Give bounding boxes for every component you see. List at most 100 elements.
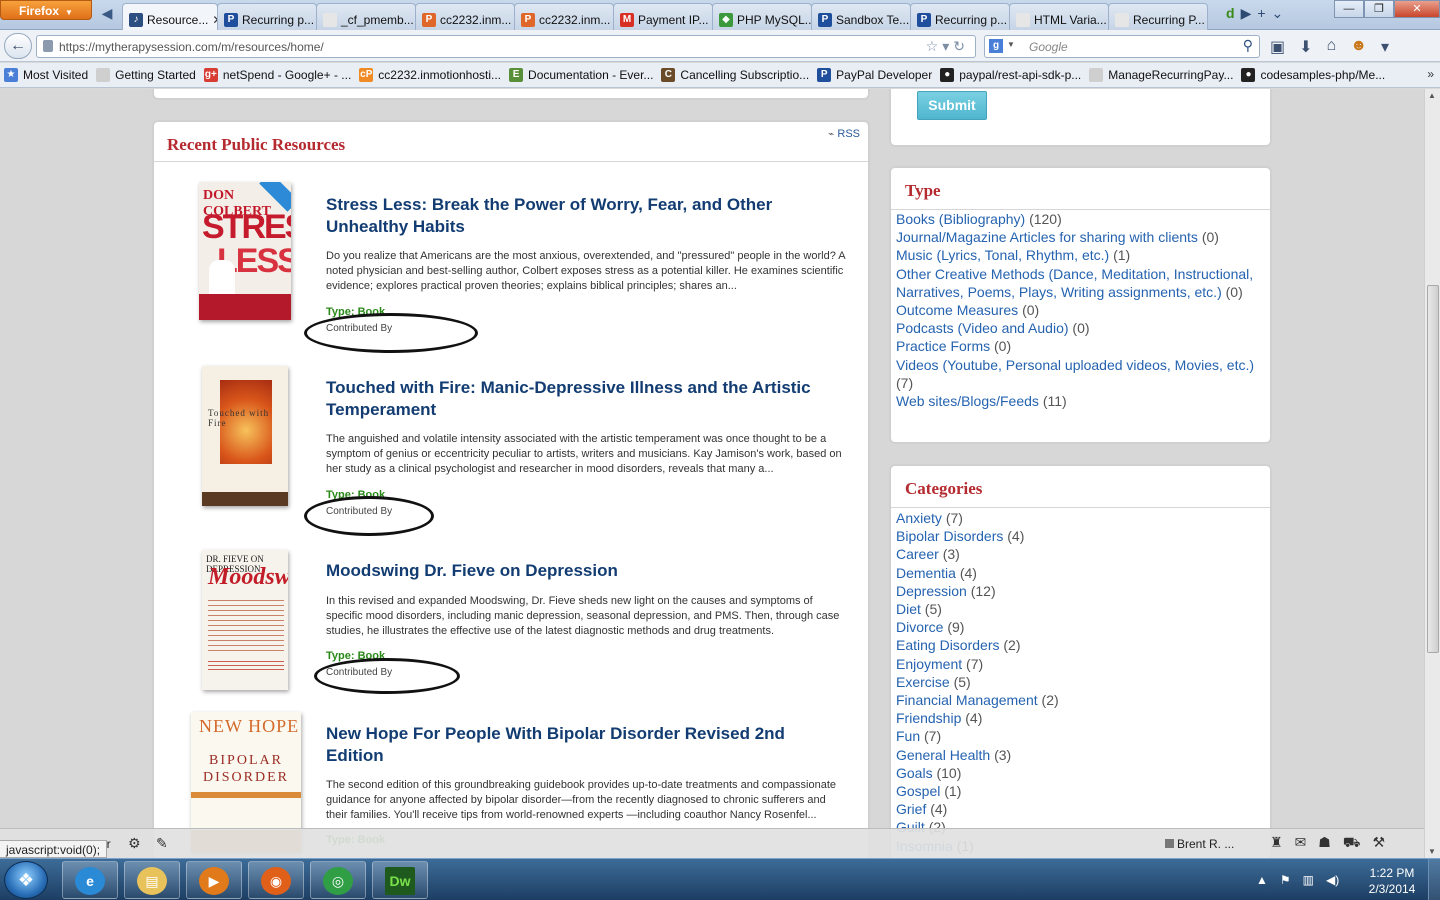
settings-gear-icon[interactable]: ⚙ <box>128 835 141 852</box>
browser-tab[interactable]: ◆ PHP MySQL... <box>712 3 812 30</box>
browser-tab[interactable]: M Payment IP... <box>613 3 713 30</box>
tab-list-chevron-icon[interactable]: ⌄ <box>1272 5 1284 22</box>
category-item-link[interactable]: Anxiety <box>896 510 942 526</box>
firefox-menu-button[interactable]: Firefox ▼ <box>0 0 92 20</box>
category-item-link[interactable]: Dementia <box>896 565 956 581</box>
bookmark-item[interactable]: cP cc2232.inmotionhosti... <box>359 68 501 82</box>
taskbar-app-button[interactable]: ◉ <box>248 861 304 899</box>
bookmark-item[interactable]: g+ netSpend - Google+ - ... <box>203 68 351 82</box>
type-item-link[interactable]: Web sites/Blogs/Feeds <box>896 393 1039 409</box>
submit-button[interactable]: Submit <box>917 91 987 120</box>
category-item-link[interactable]: Fun <box>896 728 920 744</box>
network-icon[interactable]: ▥ <box>1303 873 1314 887</box>
tab-scroll-right-icon[interactable]: ▶ <box>1241 5 1252 22</box>
category-item-link[interactable]: Friendship <box>896 710 961 726</box>
category-item-link[interactable]: Gospel <box>896 783 940 799</box>
bookmark-star-icon[interactable]: ☆ <box>926 38 943 54</box>
type-item-link[interactable]: Podcasts (Video and Audio) <box>896 320 1069 336</box>
address-bar[interactable]: https://mytherapysession.com/m/resources… <box>36 35 976 58</box>
scroll-up-arrow-icon[interactable]: ▲ <box>1428 91 1436 100</box>
browser-tab[interactable]: HTML Varia... <box>1009 3 1109 30</box>
category-item-link[interactable]: Financial Management <box>896 692 1038 708</box>
home-icon[interactable]: ⌂ <box>1327 37 1337 57</box>
search-bar[interactable]: g ▼ Google ⚲ <box>984 35 1260 58</box>
book-cover-image[interactable]: DON COLBERT STRESS LESS <box>199 182 291 320</box>
menu-chevron-icon[interactable]: ▾ <box>1381 37 1389 57</box>
minimize-icon[interactable]: — <box>1334 0 1364 18</box>
trophy-icon[interactable]: ♜ <box>1270 834 1283 853</box>
search-magnifier-icon[interactable]: ⚲ <box>1243 37 1253 54</box>
type-item-link[interactable]: Outcome Measures <box>896 302 1018 318</box>
google-search-engine-icon[interactable]: g <box>989 39 1003 53</box>
bookmark-item[interactable]: Getting Started <box>96 68 196 82</box>
browser-tab[interactable]: Pcc2232.inm... <box>514 3 614 30</box>
scrollbar-thumb[interactable] <box>1427 285 1439 653</box>
new-tab-plus-icon[interactable]: + <box>1257 5 1265 22</box>
book-cover-image[interactable]: Touched with Fire <box>202 366 288 506</box>
category-item-link[interactable]: Career <box>896 546 939 562</box>
type-item-link[interactable]: Music (Lyrics, Tonal, Rhythm, etc.) <box>896 247 1109 263</box>
history-dropdown-icon[interactable]: ▾ <box>942 38 953 54</box>
tab-scroll-left-button[interactable]: ◀ <box>98 5 116 25</box>
type-item-link[interactable]: Books (Bibliography) <box>896 211 1025 227</box>
more-bookmarks-chevron-icon[interactable]: » <box>1427 67 1434 81</box>
browser-tab[interactable]: P Recurring p... <box>217 3 317 30</box>
category-item-link[interactable]: Eating Disorders <box>896 637 1000 653</box>
resource-title-link[interactable]: Stress Less: Break the Power of Worry, F… <box>326 194 846 238</box>
bookmark-item[interactable]: ★ Most Visited <box>4 68 88 82</box>
start-button[interactable]: ❖ <box>4 861 48 899</box>
edit-icon[interactable]: ✎ <box>156 835 168 852</box>
reload-icon[interactable]: ↻ <box>953 38 969 54</box>
dreamweaver-tab-icon[interactable]: d <box>1226 5 1235 22</box>
rss-link[interactable]: ⌁ RSS <box>828 128 860 140</box>
browser-tab[interactable]: _cf_pmemb... <box>316 3 416 30</box>
extension-monkey-icon[interactable]: ☻ <box>1350 37 1367 57</box>
action-center-flag-icon[interactable]: ⚑ <box>1280 873 1291 887</box>
bookmark-item[interactable]: ManageRecurringPay... <box>1089 68 1233 82</box>
bookmark-item[interactable]: P PayPal Developer <box>817 68 932 82</box>
taskbar-app-button[interactable]: ▶ <box>186 861 242 899</box>
category-item-link[interactable]: General Health <box>896 747 990 763</box>
taskbar-app-button[interactable]: ◎ <box>310 861 366 899</box>
bookmark-item[interactable]: C Cancelling Subscriptio... <box>661 68 809 82</box>
type-item-link[interactable]: Journal/Magazine Articles for sharing wi… <box>896 229 1198 245</box>
page-scrollbar[interactable]: ▲ ▼ <box>1424 89 1440 858</box>
taskbar-app-button[interactable]: e <box>62 861 118 899</box>
category-item-link[interactable]: Grief <box>896 801 926 817</box>
cart-icon[interactable]: ⛟ <box>1343 834 1361 853</box>
browser-tab[interactable]: P Sandbox Te... <box>811 3 911 30</box>
type-item-link[interactable]: Videos (Youtube, Personal uploaded video… <box>896 357 1254 373</box>
profile-icon[interactable]: ☗ <box>1318 834 1331 853</box>
resource-title-link[interactable]: Moodswing Dr. Fieve on Depression <box>326 560 846 582</box>
close-window-icon[interactable]: ✕ <box>1394 0 1440 18</box>
category-item-link[interactable]: Exercise <box>896 674 950 690</box>
bookmark-item[interactable]: E Documentation - Ever... <box>509 68 653 82</box>
type-item-link[interactable]: Other Creative Methods (Dance, Meditatio… <box>896 266 1253 300</box>
category-item-link[interactable]: Enjoyment <box>896 656 962 672</box>
category-item-link[interactable]: Goals <box>896 765 933 781</box>
taskbar-app-button[interactable]: Dw <box>372 861 428 899</box>
book-cover-image[interactable]: DR. FIEVE ON DEPRESSION Moodswing <box>202 550 288 690</box>
browser-tab[interactable]: P Recurring p... <box>910 3 1010 30</box>
user-menu[interactable]: Brent R. ... <box>1165 837 1234 851</box>
mail-icon[interactable]: ✉ <box>1295 834 1307 853</box>
taskbar-app-button[interactable]: ▤ <box>124 861 180 899</box>
taskbar-clock[interactable]: 1:22 PM 2/3/2014 <box>1360 865 1424 897</box>
resource-title-link[interactable]: New Hope For People With Bipolar Disorde… <box>326 723 846 767</box>
type-item-link[interactable]: Practice Forms <box>896 338 990 354</box>
resource-title-link[interactable]: Touched with Fire: Manic-Depressive Illn… <box>326 377 846 421</box>
browser-tab[interactable]: ♪Resource...✕ <box>122 3 218 30</box>
show-desktop-button[interactable] <box>1428 859 1440 900</box>
site-identity-icon[interactable] <box>43 40 53 52</box>
browser-tab[interactable]: Pcc2232.inm... <box>415 3 515 30</box>
downloads-icon[interactable]: ⬇ <box>1299 37 1312 57</box>
category-item-link[interactable]: Bipolar Disorders <box>896 528 1003 544</box>
show-hidden-icons-icon[interactable]: ▲ <box>1256 873 1268 887</box>
volume-icon[interactable]: ◀) <box>1326 873 1339 887</box>
category-item-link[interactable]: Divorce <box>896 619 943 635</box>
restore-icon[interactable]: ❐ <box>1364 0 1394 18</box>
browser-tab[interactable]: Recurring P... <box>1108 3 1208 30</box>
bookmarks-menu-icon[interactable]: ▣ <box>1270 37 1285 57</box>
wrench-icon[interactable]: ⚒ <box>1372 834 1385 853</box>
category-item-link[interactable]: Diet <box>896 601 921 617</box>
